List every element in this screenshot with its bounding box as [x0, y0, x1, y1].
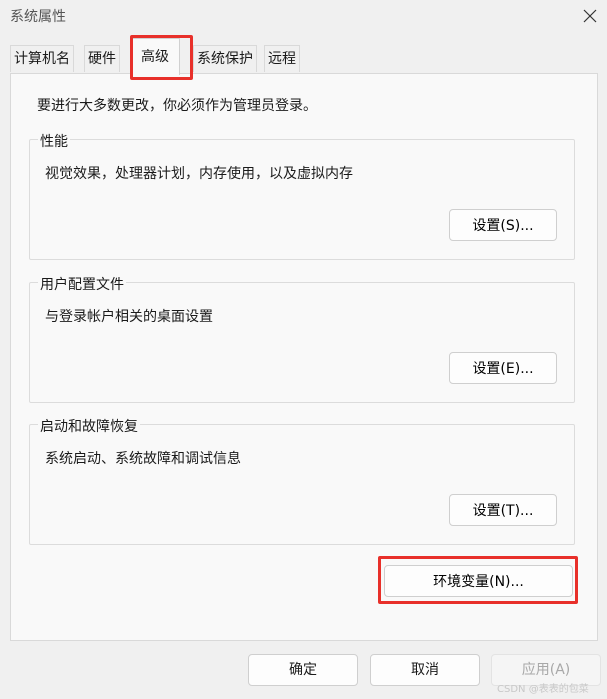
- window-title: 系统属性: [10, 9, 66, 25]
- close-icon: [583, 9, 597, 23]
- user-profiles-description: 与登录帐户相关的桌面设置: [45, 309, 213, 325]
- tab-system-protection[interactable]: 系统保护: [193, 45, 257, 72]
- tab-remote[interactable]: 远程: [264, 45, 300, 72]
- cancel-button[interactable]: 取消: [370, 654, 480, 686]
- startup-recovery-settings-button[interactable]: 设置(T)...: [449, 494, 557, 526]
- close-button[interactable]: [574, 0, 607, 32]
- tab-advanced[interactable]: 高级: [130, 38, 180, 75]
- performance-group: 性能 视觉效果，处理器计划，内存使用，以及虚拟内存 设置(S)...: [29, 131, 575, 260]
- startup-recovery-group: 启动和故障恢复 系统启动、系统故障和调试信息 设置(T)...: [29, 416, 575, 545]
- tab-panel-advanced: 要进行大多数更改，你必须作为管理员登录。 性能 视觉效果，处理器计划，内存使用，…: [10, 73, 598, 641]
- environment-variables-button[interactable]: 环境变量(N)...: [384, 565, 573, 597]
- performance-title: 性能: [38, 131, 70, 151]
- title-bar: 系统属性: [0, 0, 607, 32]
- tab-hardware[interactable]: 硬件: [84, 45, 120, 72]
- performance-description: 视觉效果，处理器计划，内存使用，以及虚拟内存: [45, 166, 353, 182]
- watermark: CSDN @表表的包菜: [497, 684, 589, 695]
- user-profiles-title: 用户配置文件: [38, 274, 126, 294]
- ok-button[interactable]: 确定: [248, 654, 358, 686]
- user-profiles-settings-button[interactable]: 设置(E)...: [449, 352, 557, 384]
- performance-settings-button[interactable]: 设置(S)...: [449, 209, 557, 241]
- startup-recovery-description: 系统启动、系统故障和调试信息: [45, 451, 241, 467]
- tab-computer-name[interactable]: 计算机名: [10, 45, 74, 72]
- user-profiles-group: 用户配置文件 与登录帐户相关的桌面设置 设置(E)...: [29, 274, 575, 403]
- admin-notice: 要进行大多数更改，你必须作为管理员登录。: [37, 98, 317, 114]
- startup-recovery-title: 启动和故障恢复: [38, 416, 140, 436]
